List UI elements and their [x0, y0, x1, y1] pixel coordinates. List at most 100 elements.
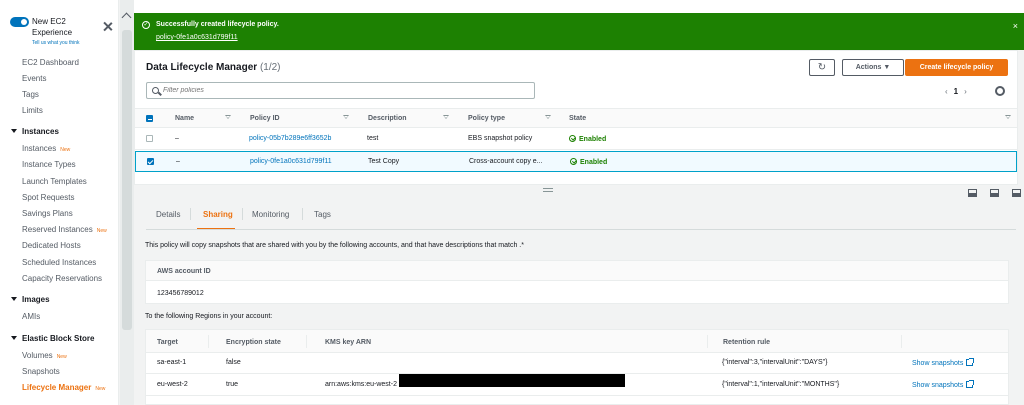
new-experience-toggle[interactable] [10, 17, 29, 27]
sidebar: New EC2 Experience Tell us what you thin… [0, 0, 119, 405]
column-divider [208, 335, 209, 348]
sidebar-item-dedicated-hosts[interactable]: Dedicated Hosts [22, 241, 81, 250]
tab-tags[interactable]: Tags [314, 210, 331, 219]
sort-icon[interactable] [343, 115, 349, 119]
sidebar-item-volumes[interactable]: Volumes New [22, 351, 67, 360]
column-header-policy-type[interactable]: Policy type [468, 115, 505, 122]
select-all-checkbox[interactable] [146, 115, 153, 122]
sidebar-item-scheduled-instances[interactable]: Scheduled Instances [22, 258, 96, 267]
tab-details[interactable]: Details [156, 210, 180, 219]
check-circle-icon [570, 158, 577, 165]
filter-input[interactable] [163, 85, 523, 96]
column-header-description[interactable]: Description [368, 115, 407, 122]
refresh-button[interactable]: ↻ [809, 59, 835, 76]
cell-name: – [176, 158, 180, 165]
flash-message: Successfully created lifecycle policy. [156, 21, 279, 28]
show-snapshots-link[interactable]: Show snapshots [912, 380, 975, 389]
new-badge: New [96, 228, 107, 234]
table-row[interactable]: – policy-05b7b289e6ff3652b test EBS snap… [135, 129, 1017, 150]
sort-icon[interactable] [225, 115, 231, 119]
new-badge: New [60, 147, 71, 153]
state-text: Enabled [579, 136, 607, 143]
sidebar-section-images[interactable]: Images [11, 295, 50, 304]
sidebar-item-label: Instances [22, 144, 57, 153]
column-header-state[interactable]: State [569, 115, 586, 122]
sharing-description: This policy will copy snapshots that are… [145, 242, 524, 249]
filter-box[interactable] [146, 82, 535, 99]
column-header-policy-id[interactable]: Policy ID [250, 115, 280, 122]
actions-button[interactable]: Actions ▼ [842, 59, 904, 76]
column-header-kms-key-arn: KMS key ARN [325, 339, 372, 346]
sort-icon[interactable] [1005, 115, 1011, 119]
prev-page-button[interactable]: ‹ [945, 87, 948, 96]
row-checkbox[interactable] [146, 135, 153, 142]
sidebar-item-capacity-reservations[interactable]: Capacity Reservations [22, 274, 102, 283]
check-circle-icon: ✓ [142, 21, 150, 29]
next-page-button[interactable]: › [964, 87, 967, 96]
tab-sharing[interactable]: Sharing [203, 210, 233, 219]
search-icon [152, 87, 159, 94]
column-divider [901, 335, 902, 348]
gear-icon[interactable] [995, 86, 1005, 96]
sidebar-item-label: Reserved Instances [22, 225, 93, 234]
title-text: Data Lifecycle Manager [146, 62, 258, 73]
scroll-up-icon[interactable] [121, 12, 132, 23]
caret-down-icon [11, 336, 17, 340]
cell-policy-id-link[interactable]: policy-0fe1a0c631d799f11 [250, 158, 332, 165]
table-header: Name Policy ID Description Policy type S… [135, 108, 1017, 128]
account-table: AWS account ID 123456789012 [145, 260, 1009, 304]
sidebar-section-instances[interactable]: Instances [11, 127, 59, 136]
link-text: Show snapshots [912, 382, 964, 389]
tab-monitoring[interactable]: Monitoring [252, 210, 289, 219]
link-text: Show snapshots [912, 360, 964, 367]
sidebar-item-launch-templates[interactable]: Launch Templates [22, 177, 87, 186]
row-checkbox[interactable] [147, 158, 154, 165]
pagination: ‹ 1 › [945, 87, 967, 96]
page-number[interactable]: 1 [954, 87, 958, 96]
sidebar-item-snapshots[interactable]: Snapshots [22, 367, 60, 376]
feedback-link[interactable]: Tell us what you think [32, 40, 80, 46]
sidebar-item-ec2-dashboard[interactable]: EC2 Dashboard [22, 58, 79, 67]
sort-icon[interactable] [545, 115, 551, 119]
panel-full-icon[interactable] [1012, 189, 1021, 197]
account-id-value: 123456789012 [157, 290, 204, 297]
cell-policy-id-link[interactable]: policy-05b7b289e6ff3652b [249, 135, 331, 142]
sidebar-scrollbar[interactable] [120, 0, 134, 405]
account-table-header: AWS account ID [146, 261, 1008, 281]
new-badge: New [95, 386, 106, 392]
cell-name: – [175, 135, 179, 142]
column-header-name[interactable]: Name [175, 115, 194, 122]
sidebar-item-limits[interactable]: Limits [22, 106, 43, 115]
tab-divider [302, 208, 303, 220]
sort-icon[interactable] [443, 115, 449, 119]
sidebar-item-lifecycle-manager[interactable]: Lifecycle Manager New [22, 383, 105, 392]
close-icon[interactable] [103, 21, 113, 31]
cell-target: sa-east-1 [157, 359, 187, 366]
sidebar-item-instance-types[interactable]: Instance Types [22, 160, 76, 169]
close-icon[interactable]: × [1013, 21, 1018, 31]
tab-divider [190, 208, 191, 220]
cell-state: Enabled [569, 135, 606, 143]
sidebar-item-spot-requests[interactable]: Spot Requests [22, 193, 74, 202]
flash-policy-link[interactable]: policy-0fe1a0c631d799f11 [156, 34, 238, 41]
sidebar-item-reserved-instances[interactable]: Reserved Instances New [22, 225, 107, 234]
cell-retention: {"interval":1,"intervalUnit":"MONTHS"} [722, 381, 840, 388]
panel-side-icon[interactable] [990, 189, 999, 197]
sidebar-item-tags[interactable]: Tags [22, 90, 39, 99]
external-link-icon [966, 358, 975, 366]
resize-handle[interactable] [543, 188, 553, 192]
create-lifecycle-policy-button[interactable]: Create lifecycle policy [905, 59, 1008, 76]
external-link-icon [966, 380, 975, 388]
sidebar-item-amis[interactable]: AMIs [22, 312, 40, 321]
sidebar-item-savings-plans[interactable]: Savings Plans [22, 209, 73, 218]
sidebar-item-events[interactable]: Events [22, 74, 46, 83]
new-badge: New [56, 354, 67, 360]
sidebar-section-ebs[interactable]: Elastic Block Store [11, 334, 94, 343]
show-snapshots-link[interactable]: Show snapshots [912, 358, 975, 367]
scrollbar-thumb[interactable] [122, 30, 132, 330]
caret-down-icon [11, 129, 17, 133]
sidebar-item-instances[interactable]: Instances New [22, 144, 70, 153]
table-row-selected[interactable]: – policy-0fe1a0c631d799f11 Test Copy Cro… [135, 151, 1017, 172]
column-header-target: Target [157, 339, 178, 346]
panel-bottom-icon[interactable] [968, 189, 977, 197]
